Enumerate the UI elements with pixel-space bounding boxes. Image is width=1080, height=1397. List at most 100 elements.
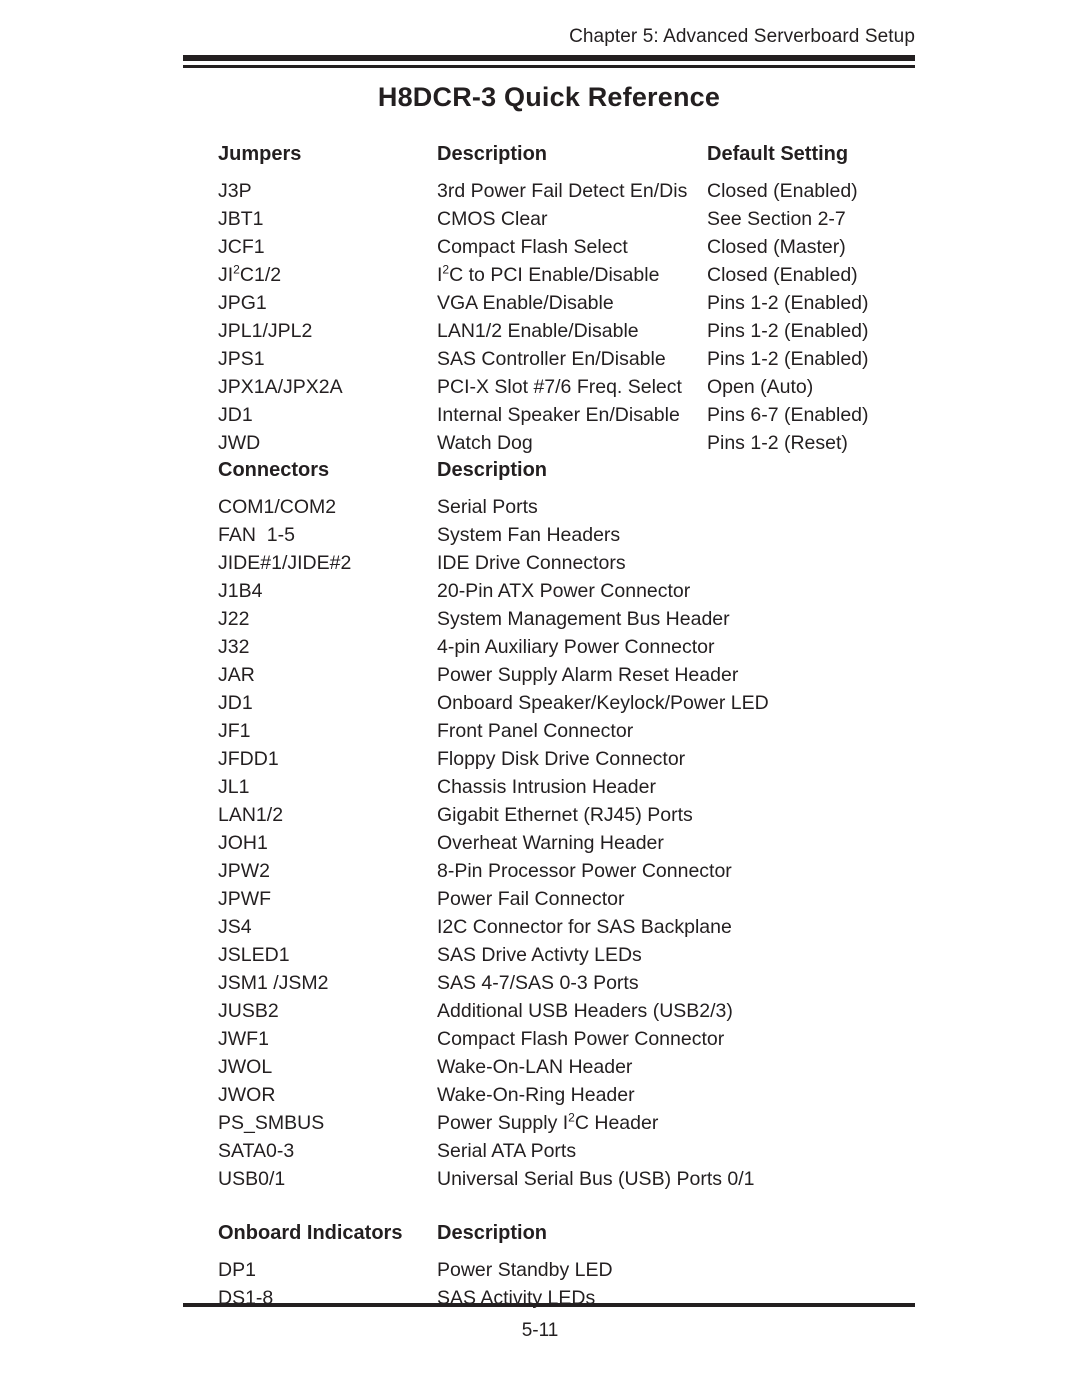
table-row: JWD Watch Dog Pins 1-2 (Reset) xyxy=(0,429,1080,457)
row-key: JCF1 xyxy=(218,236,265,258)
row-description: 3rd Power Fail Detect En/Dis xyxy=(437,180,688,202)
gutter-cell xyxy=(0,345,218,373)
row-key: JOH1 xyxy=(218,832,268,854)
row-key: JF1 xyxy=(218,720,251,742)
table-row: JL1 Chassis Intrusion Header xyxy=(0,773,1080,801)
row-key: FAN 1-5 xyxy=(218,524,295,546)
gutter-cell xyxy=(0,857,218,885)
spacer-cell xyxy=(769,661,1080,689)
document-page: Chapter 5: Advanced Serverboard Setup H8… xyxy=(0,0,1080,1397)
row-description: PCI-X Slot #7/6 Freq. Select xyxy=(437,376,682,398)
row-key: JPL1/JPL2 xyxy=(218,320,313,342)
table-row: JCF1 Compact Flash Select Closed (Master) xyxy=(0,233,1080,261)
row-key: JSLED1 xyxy=(218,944,290,966)
row-key: JD1 xyxy=(218,404,253,426)
table-row: USB0/1 Universal Serial Bus (USB) Ports 0… xyxy=(0,1165,1080,1193)
row-description: Overheat Warning Header xyxy=(437,832,664,854)
connectors-col-header-key: Connectors xyxy=(218,459,330,481)
spacer-cell xyxy=(769,1137,1080,1165)
spacer-cell xyxy=(769,689,1080,717)
row-key: J1B4 xyxy=(218,580,263,602)
jumpers-table-header-row: Jumpers Description Default Setting xyxy=(0,140,1080,177)
row-key: JPW2 xyxy=(218,860,271,882)
gutter-cell xyxy=(0,913,218,941)
table-row: JAR Power Supply Alarm Reset Header xyxy=(0,661,1080,689)
gutter-cell xyxy=(0,689,218,717)
row-key: JWD xyxy=(218,432,261,454)
spacer-cell xyxy=(769,885,1080,913)
row-description: VGA Enable/Disable xyxy=(437,292,614,314)
table-row: DP1 Power Standby LED xyxy=(0,1256,1080,1284)
spacer-cell xyxy=(769,1081,1080,1109)
row-description: Additional USB Headers (USB2/3) xyxy=(437,1000,733,1022)
row-key: JUSB2 xyxy=(218,1000,279,1022)
row-description: Onboard Speaker/Keylock/Power LED xyxy=(437,692,769,714)
gutter-cell xyxy=(0,177,218,205)
spacer-cell xyxy=(769,857,1080,885)
gutter-cell xyxy=(0,373,218,401)
spacer-cell xyxy=(769,773,1080,801)
spacer-cell xyxy=(769,717,1080,745)
connectors-col-header-desc: Description xyxy=(437,459,548,481)
spacer-cell xyxy=(769,1025,1080,1053)
row-default-setting: Pins 1-2 (Enabled) xyxy=(707,320,869,342)
spacer-cell xyxy=(707,1219,1080,1256)
row-description: SAS Activity LEDs xyxy=(437,1287,596,1309)
gutter-cell xyxy=(0,456,218,493)
row-key: J3P xyxy=(218,180,252,202)
row-default-setting: Pins 1-2 (Reset) xyxy=(707,432,848,454)
row-description: Power Supply I2C Header xyxy=(437,1110,659,1134)
row-key: JAR xyxy=(218,664,255,686)
row-key: JFDD1 xyxy=(218,748,279,770)
row-description: SAS 4-7/SAS 0-3 Ports xyxy=(437,972,639,994)
row-key: COM1/COM2 xyxy=(218,496,337,518)
table-row: JFDD1 Floppy Disk Drive Connector xyxy=(0,745,1080,773)
table-row: JD1 Internal Speaker En/Disable Pins 6-7 (… xyxy=(0,401,1080,429)
row-default-setting: Open (Auto) xyxy=(707,376,814,398)
row-description: Internal Speaker En/Disable xyxy=(437,404,680,426)
gutter-cell xyxy=(0,493,218,521)
row-key: JPX1A/JPX2A xyxy=(218,376,343,398)
row-description: Floppy Disk Drive Connector xyxy=(437,748,686,770)
gutter-cell xyxy=(0,1284,218,1312)
gutter-cell xyxy=(0,801,218,829)
table-row: COM1/COM2 Serial Ports xyxy=(0,493,1080,521)
table-row: SATA0-3 Serial ATA Ports xyxy=(0,1137,1080,1165)
table-row: J3P 3rd Power Fail Detect En/Dis Closed (E… xyxy=(0,177,1080,205)
row-key: LAN1/2 xyxy=(218,804,284,826)
table-row: JS4 I2C Connector for SAS Backplane xyxy=(0,913,1080,941)
gutter-cell xyxy=(0,317,218,345)
gutter-cell xyxy=(0,140,218,177)
row-description: Power Standby LED xyxy=(437,1259,613,1281)
row-description: SAS Drive Activty LEDs xyxy=(437,944,642,966)
row-description: CMOS Clear xyxy=(437,208,548,230)
gutter-cell xyxy=(0,1256,218,1284)
table-row: PS_SMBUS Power Supply I2C Header xyxy=(0,1109,1080,1137)
gutter-cell xyxy=(0,745,218,773)
table-row: JWF1 Compact Flash Power Connector xyxy=(0,1025,1080,1053)
spacer-cell xyxy=(769,1109,1080,1137)
table-row: JSLED1 SAS Drive Activty LEDs xyxy=(0,941,1080,969)
row-key: PS_SMBUS xyxy=(218,1112,325,1134)
gutter-cell xyxy=(0,401,218,429)
spacer-cell xyxy=(769,605,1080,633)
table-row: JPL1/JPL2 LAN1/2 Enable/Disable Pins 1-2 (… xyxy=(0,317,1080,345)
spacer-cell xyxy=(707,1256,1080,1284)
indicators-table-header-row: Onboard Indicators Description xyxy=(0,1219,1080,1256)
row-description: 20-Pin ATX Power Connector xyxy=(437,580,691,602)
header-rule-group xyxy=(183,55,915,68)
gutter-cell xyxy=(0,205,218,233)
spacer-cell xyxy=(769,997,1080,1025)
indicators-col-header-key: Onboard Indicators xyxy=(218,1222,403,1244)
gutter-cell xyxy=(0,969,218,997)
gutter-cell xyxy=(0,261,218,289)
footer-rule xyxy=(183,1303,915,1307)
gutter-cell xyxy=(0,549,218,577)
row-key: JL1 xyxy=(218,776,250,798)
gutter-cell xyxy=(0,577,218,605)
row-description: Serial ATA Ports xyxy=(437,1140,577,1162)
row-key: JSM1 /JSM2 xyxy=(218,972,329,994)
spacer-cell xyxy=(769,633,1080,661)
row-key: JWOR xyxy=(218,1084,276,1106)
row-key: JWOL xyxy=(218,1056,273,1078)
